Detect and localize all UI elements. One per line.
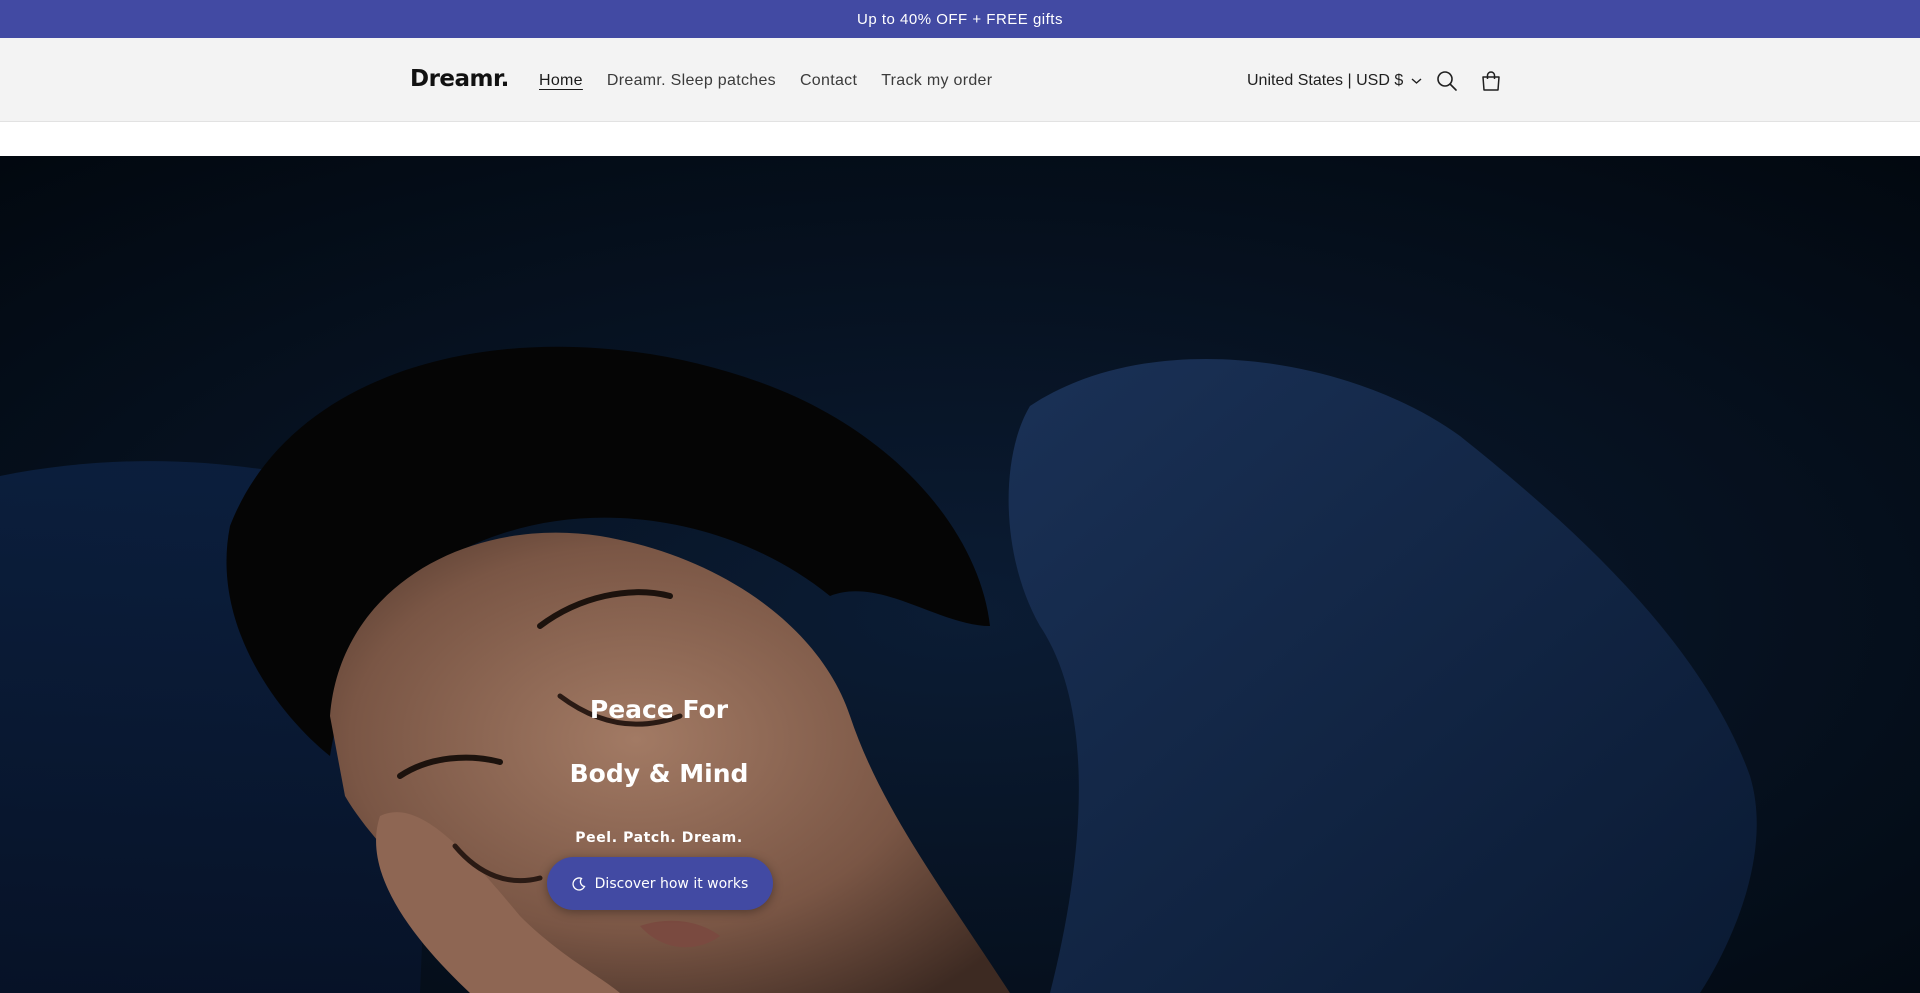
search-icon bbox=[1437, 71, 1457, 91]
discover-how-it-works-button[interactable]: Discover how it works bbox=[547, 857, 773, 910]
chevron-down-icon bbox=[1411, 78, 1422, 84]
announcement-bar: Up to 40% OFF + FREE gifts bbox=[0, 0, 1920, 38]
nav-item-sleep-patches[interactable]: Dreamr. Sleep patches bbox=[607, 72, 776, 90]
search-button[interactable] bbox=[1434, 68, 1460, 94]
site-header: Dreamr. Home Dreamr. Sleep patches Conta… bbox=[0, 38, 1920, 122]
hero-image bbox=[0, 156, 1920, 993]
nav-item-contact[interactable]: Contact bbox=[800, 72, 857, 90]
nav-item-home[interactable]: Home bbox=[539, 72, 583, 90]
country-currency-label: United States | USD $ bbox=[1247, 72, 1404, 89]
brand-logo[interactable]: Dreamr. bbox=[410, 66, 509, 92]
main-nav: Home Dreamr. Sleep patches Contact Track… bbox=[539, 72, 992, 90]
hero-banner: Peace For Body & Mind Peel. Patch. Dream… bbox=[0, 156, 1920, 993]
nav-item-track-order[interactable]: Track my order bbox=[881, 72, 992, 90]
moon-icon bbox=[572, 876, 586, 891]
country-currency-selector[interactable]: United States | USD $ bbox=[1247, 72, 1422, 90]
cta-label: Discover how it works bbox=[594, 875, 749, 892]
cart-button[interactable] bbox=[1478, 68, 1504, 94]
announcement-text: Up to 40% OFF + FREE gifts bbox=[857, 10, 1063, 28]
header-spacer bbox=[0, 123, 1920, 156]
cart-icon bbox=[1482, 71, 1500, 91]
